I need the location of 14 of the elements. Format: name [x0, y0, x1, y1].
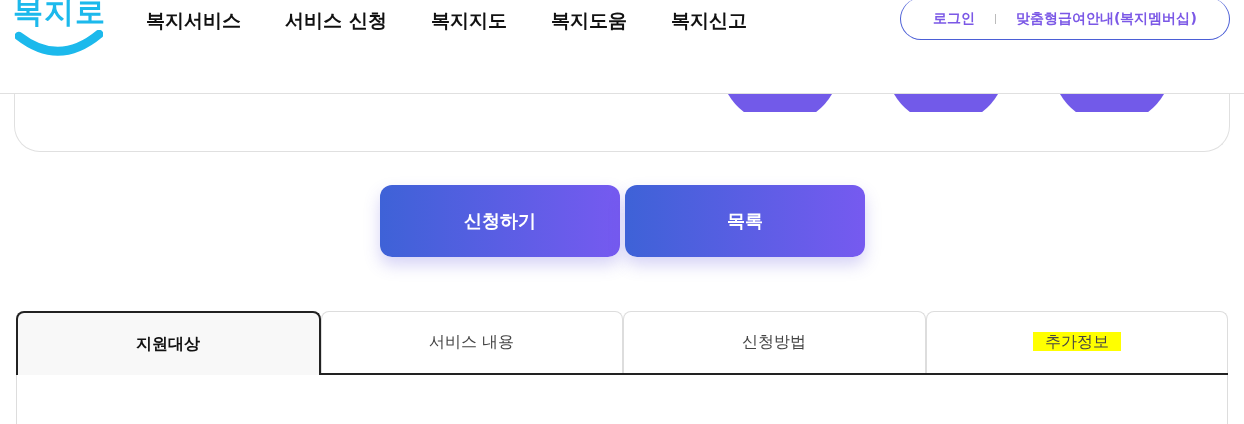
nav-link[interactable]: 서비스 신청: [285, 6, 387, 34]
nav-link[interactable]: 복지신고: [670, 6, 747, 34]
nav-link[interactable]: 복지지도: [430, 6, 507, 34]
action-button[interactable]: 신청하기: [379, 185, 620, 257]
nav-link[interactable]: 복지서비스: [146, 6, 241, 34]
nav-link[interactable]: 복지도움: [550, 6, 627, 34]
tab[interactable]: 지원대상: [16, 311, 321, 375]
action-button[interactable]: 목록: [624, 185, 865, 257]
tab[interactable]: 신청방법: [623, 311, 926, 373]
tab[interactable]: 추가정보: [925, 311, 1228, 373]
account-link[interactable]: 맞춤형급여안내(복지멤버십): [1016, 9, 1197, 28]
account-link[interactable]: 로그인: [933, 9, 976, 28]
tab[interactable]: 서비스 내용: [320, 311, 623, 373]
smile-icon: [15, 30, 103, 56]
